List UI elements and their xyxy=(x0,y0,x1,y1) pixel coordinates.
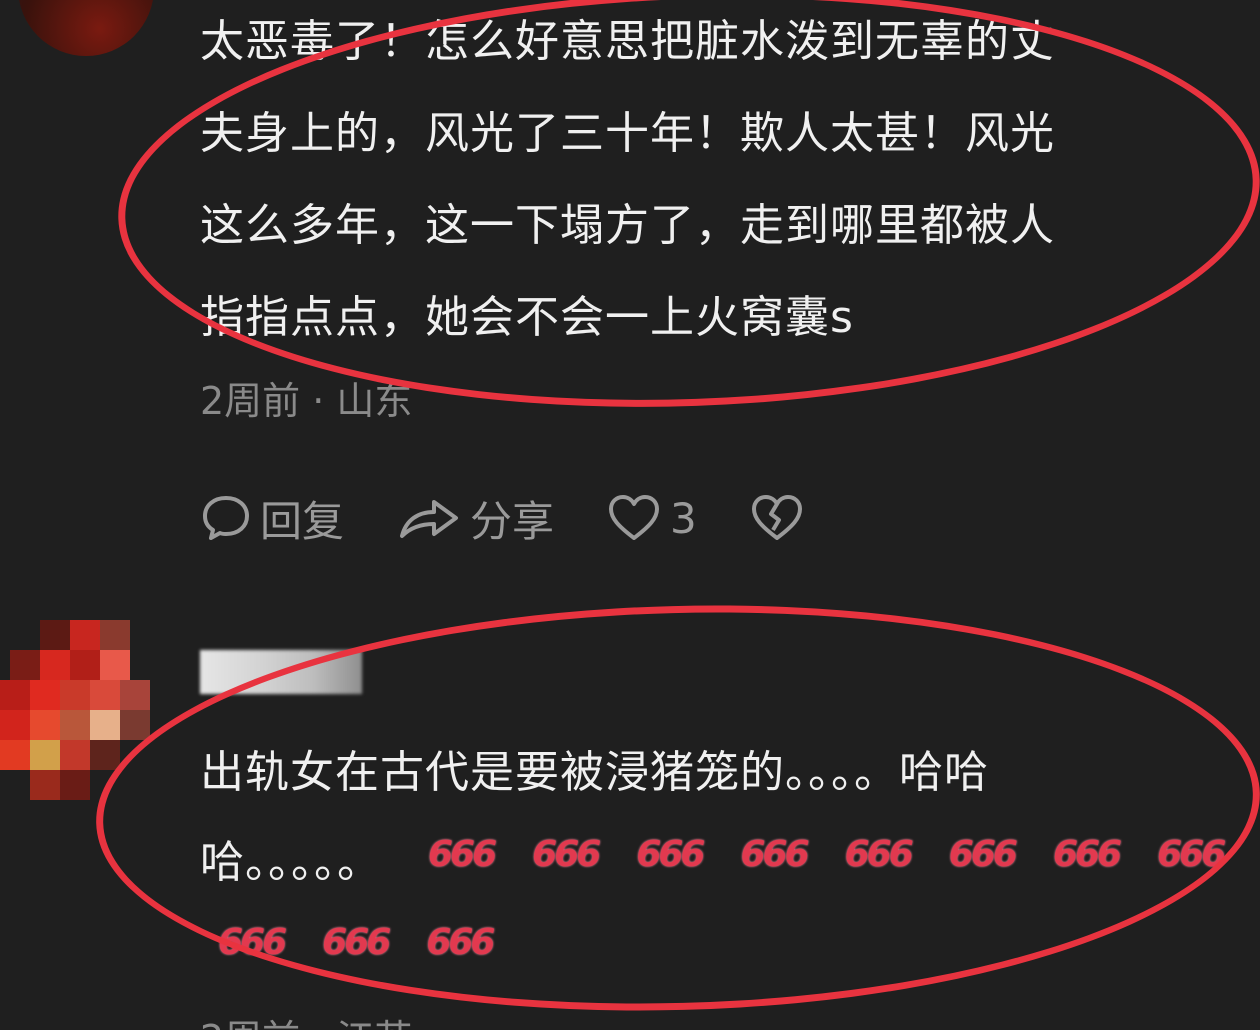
emoji-666: 666 xyxy=(1052,834,1122,875)
comment-meta: 2周前 · 江苏 xyxy=(200,1008,412,1030)
comment-line: 这么多年，这一下塌方了，走到哪里都被人 xyxy=(200,200,1055,251)
emoji-666: 666 xyxy=(322,922,391,963)
comment-meta: 2周前 · 山东 xyxy=(200,379,413,423)
reply-button[interactable]: 回复 xyxy=(200,488,344,549)
heart-icon xyxy=(606,492,670,544)
emoji-666: 666 xyxy=(740,834,809,875)
emoji-666: 666 xyxy=(218,922,287,963)
like-button[interactable]: 3 xyxy=(606,492,697,544)
avatar[interactable] xyxy=(0,620,150,800)
share-icon xyxy=(396,492,470,544)
reply-label: 回复 xyxy=(260,496,345,546)
emoji-666: 666 xyxy=(636,834,705,875)
emoji-row: 666 666 666 666 666 666 666 666 xyxy=(428,834,1260,875)
comment-line: 夫身上的，风光了三十年！欺人太甚！风光 xyxy=(200,108,1055,159)
username-blurred[interactable] xyxy=(200,650,362,694)
share-button[interactable]: 分享 xyxy=(396,488,554,549)
emoji-row: 666 666 666 xyxy=(218,922,530,963)
broken-heart-icon xyxy=(749,492,813,544)
emoji-666: 666 xyxy=(428,834,497,875)
comment-text: 太恶毒了！怎么好意思把脏水泼到无辜的丈 夫身上的，风光了三十年！欺人太甚！风光 … xyxy=(200,0,1210,364)
comment-line: 出轨女在古代是要被浸猪笼的。。。。哈哈 xyxy=(200,747,989,798)
avatar[interactable] xyxy=(18,0,154,56)
comment-text: 出轨女在古代是要被浸猪笼的。。。。哈哈 哈。。。。。 xyxy=(200,728,1210,908)
comment-actions: 回复 分享 3 xyxy=(200,488,865,548)
comment-line: 太恶毒了！怎么好意思把脏水泼到无辜的丈 xyxy=(200,16,1055,67)
emoji-666: 666 xyxy=(844,834,914,875)
share-label: 分享 xyxy=(470,496,555,546)
emoji-666: 666 xyxy=(426,922,495,963)
like-count: 3 xyxy=(670,493,697,543)
emoji-666: 666 xyxy=(1157,834,1226,875)
reply-icon xyxy=(200,492,260,544)
dislike-button[interactable] xyxy=(749,492,813,544)
emoji-666: 666 xyxy=(532,834,601,875)
emoji-666: 666 xyxy=(948,834,1018,875)
comment-line: 指指点点，她会不会一上火窝囊s xyxy=(200,292,854,343)
